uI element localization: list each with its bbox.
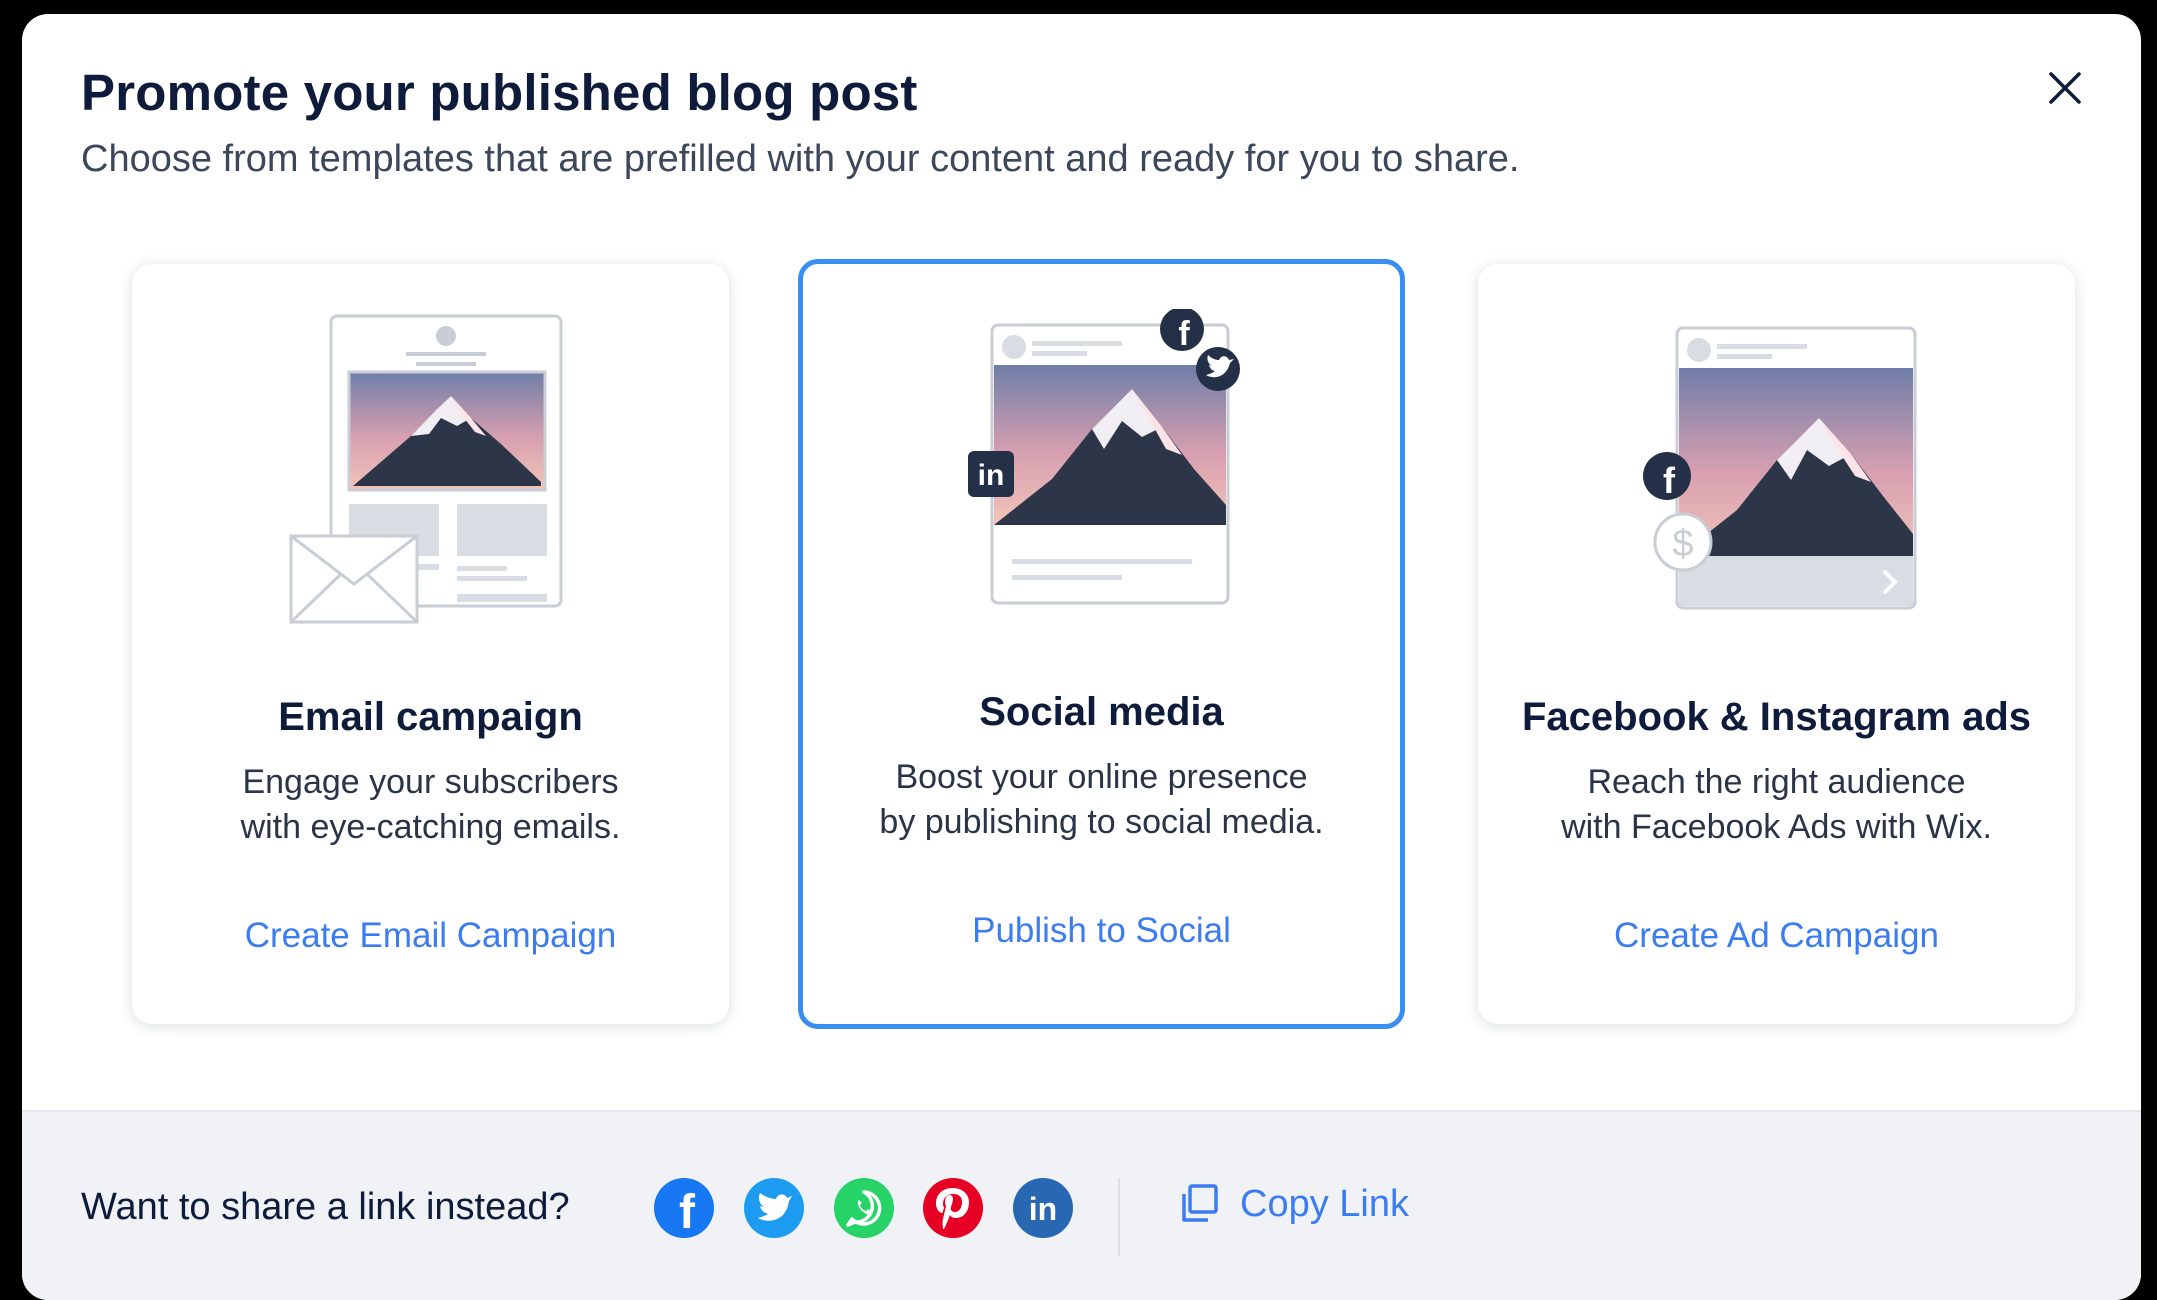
svg-text:$: $: [1672, 523, 1693, 565]
share-facebook-button[interactable]: f: [654, 1178, 714, 1238]
share-linkedin-button[interactable]: in: [1013, 1178, 1073, 1238]
svg-text:f: f: [1663, 460, 1676, 501]
card-description: Engage your subscribers with eye-catchin…: [162, 760, 699, 850]
promote-modal: Promote your published blog post Choose …: [22, 14, 2141, 1300]
whatsapp-icon: [846, 1190, 882, 1227]
share-pinterest-button[interactable]: [923, 1178, 983, 1238]
ads-illustration: f $: [1478, 314, 2075, 644]
twitter-icon: [758, 1193, 792, 1221]
share-twitter-button[interactable]: [744, 1178, 804, 1238]
social-illustration: f in: [803, 309, 1400, 639]
card-title: Facebook & Instagram ads: [1521, 695, 2032, 739]
modal-header: Promote your published blog post Choose …: [81, 62, 1981, 183]
template-cards: Email campaign Engage your subscribers w…: [110, 250, 2075, 1030]
card-description-line: Reach the right audience: [1587, 763, 1966, 801]
mountain-image: [1678, 368, 1913, 556]
create-ad-campaign-link[interactable]: Create Ad Campaign: [1478, 916, 2075, 956]
mountain-image: [347, 370, 546, 492]
svg-text:in: in: [977, 459, 1004, 492]
card-title: Social media: [979, 690, 1224, 734]
publish-to-social-link[interactable]: Publish to Social: [803, 911, 1400, 951]
svg-text:in: in: [1029, 1191, 1057, 1227]
modal-title: Promote your published blog post: [81, 64, 918, 121]
share-footer: Want to share a link instead? f in Copy …: [22, 1110, 2141, 1300]
svg-text:f: f: [1178, 315, 1190, 353]
copy-link-button[interactable]: Copy Link: [1176, 1182, 1409, 1226]
create-email-campaign-link[interactable]: Create Email Campaign: [132, 916, 729, 956]
card-email-campaign[interactable]: Email campaign Engage your subscribers w…: [132, 264, 729, 1024]
card-description-line: with eye-catching emails.: [240, 808, 621, 846]
card-description-line: with Facebook Ads with Wix.: [1561, 808, 1992, 846]
close-icon: [2049, 72, 2081, 104]
card-title: Email campaign: [278, 695, 583, 739]
pinterest-icon: [936, 1188, 969, 1229]
card-description: Reach the right audience with Facebook A…: [1508, 760, 2045, 850]
card-description-line: by publishing to social media.: [879, 803, 1324, 841]
share-question: Want to share a link instead?: [81, 1186, 570, 1228]
linkedin-icon: in: [1029, 1191, 1057, 1227]
modal-subtitle: Choose from templates that are prefilled…: [81, 138, 1520, 181]
copy-icon: [1182, 1184, 1218, 1222]
card-description-line: Engage your subscribers: [242, 763, 619, 801]
mountain-image: [993, 365, 1226, 525]
close-button[interactable]: [2035, 58, 2095, 118]
card-description: Boost your online presence by publishing…: [833, 755, 1370, 845]
copy-link-label: Copy Link: [1240, 1182, 1409, 1225]
envelope-icon: [289, 534, 418, 624]
linkedin-icon: in: [967, 451, 1014, 497]
card-social-media[interactable]: f in Social media Boost your online pres…: [798, 259, 1405, 1029]
footer-divider: [1118, 1178, 1120, 1256]
svg-text:f: f: [679, 1186, 696, 1238]
dollar-icon: $: [1653, 512, 1712, 572]
facebook-icon: f: [679, 1186, 696, 1238]
card-description-line: Boost your online presence: [895, 758, 1308, 796]
card-facebook-instagram-ads[interactable]: f $ Facebook & Instagram ads Reach the r…: [1478, 264, 2075, 1024]
share-whatsapp-button[interactable]: [834, 1178, 894, 1238]
email-illustration: [132, 314, 729, 644]
twitter-icon: [1195, 347, 1240, 391]
